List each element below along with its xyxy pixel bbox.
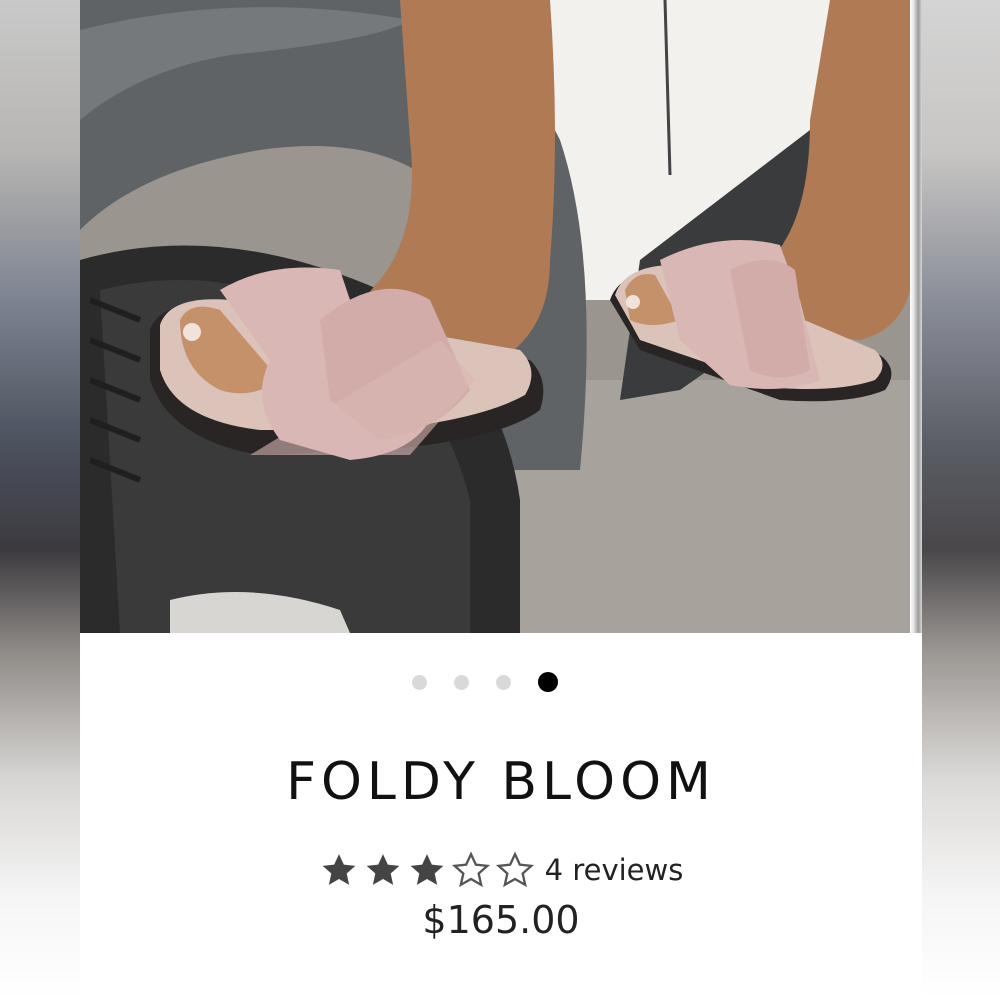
product-photo <box>80 0 910 633</box>
product-image-carousel[interactable] <box>80 0 910 633</box>
reviews-count-link[interactable]: 4 reviews <box>545 853 684 887</box>
carousel-dot-4-active[interactable] <box>538 672 558 692</box>
blurred-background-left <box>0 0 80 1000</box>
carousel-dot-1[interactable] <box>412 674 427 690</box>
star-empty-icon <box>451 851 490 888</box>
rating-stars <box>319 850 535 890</box>
star-filled-icon <box>366 854 399 885</box>
next-slide-peek[interactable] <box>910 0 922 633</box>
product-rating[interactable]: 4 reviews <box>80 850 922 890</box>
star-empty-icon <box>495 851 534 888</box>
product-card: FOLDY BLOOM 4 reviews $165.00 <box>80 0 922 1000</box>
product-title: FOLDY BLOOM <box>286 752 716 812</box>
carousel-pagination <box>80 670 922 694</box>
star-filled-icon <box>410 854 443 885</box>
carousel-dot-2[interactable] <box>454 674 469 690</box>
star-filled-icon <box>322 854 355 885</box>
product-price: $165.00 <box>422 898 580 942</box>
carousel-dot-3[interactable] <box>496 674 511 690</box>
blurred-background-right <box>920 0 1000 1000</box>
